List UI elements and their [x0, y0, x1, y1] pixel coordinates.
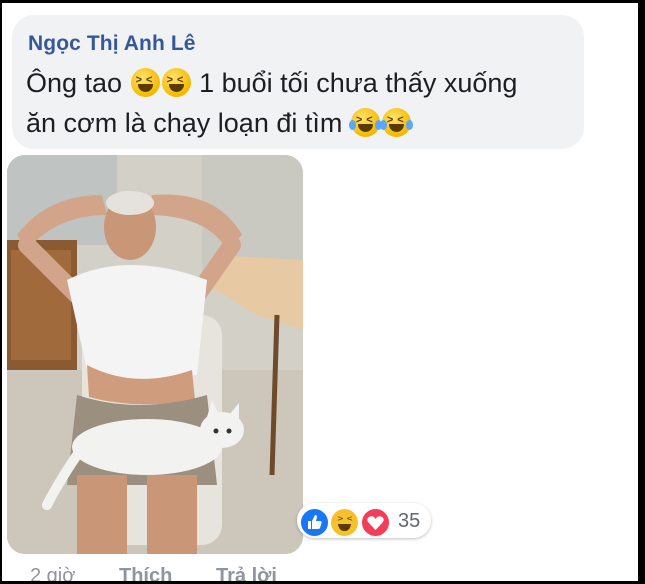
comment-text-part3: ăn cơm là chạy loạn đi tìm	[26, 108, 343, 138]
comment-photo[interactable]	[7, 155, 303, 554]
tears-of-joy-emoji-icon: ><	[348, 108, 382, 137]
laughing-emoji-icon: ><	[130, 68, 160, 97]
comment-timestamp[interactable]: 2 giờ	[30, 565, 75, 581]
svg-text:> <: > <	[337, 514, 353, 523]
reply-link[interactable]: Trả lời	[216, 565, 277, 581]
photo-illustration	[7, 155, 303, 554]
reaction-summary[interactable]: > < 35	[297, 503, 431, 538]
love-icon	[360, 507, 391, 538]
laughing-emoji-icon: ><	[161, 68, 191, 97]
comment-screenshot: Ngọc Thị Anh Lê Ông tao >< >< 1 buổi tối …	[2, 3, 638, 581]
like-icon	[299, 507, 330, 538]
comment-text: Ông tao >< >< 1 buổi tối chưa thấy xuống …	[26, 63, 571, 143]
like-link[interactable]: Thích	[119, 565, 172, 581]
comment-text-part2: 1 buổi tối chưa thấy xuống	[199, 68, 518, 98]
haha-icon: > <	[329, 507, 360, 538]
reaction-count: 35	[398, 510, 421, 532]
comment-text-part1: Ông tao	[26, 68, 123, 98]
comment-author[interactable]: Ngọc Thị Anh Lê	[28, 32, 196, 56]
tears-of-joy-emoji-icon: ><	[379, 108, 413, 137]
